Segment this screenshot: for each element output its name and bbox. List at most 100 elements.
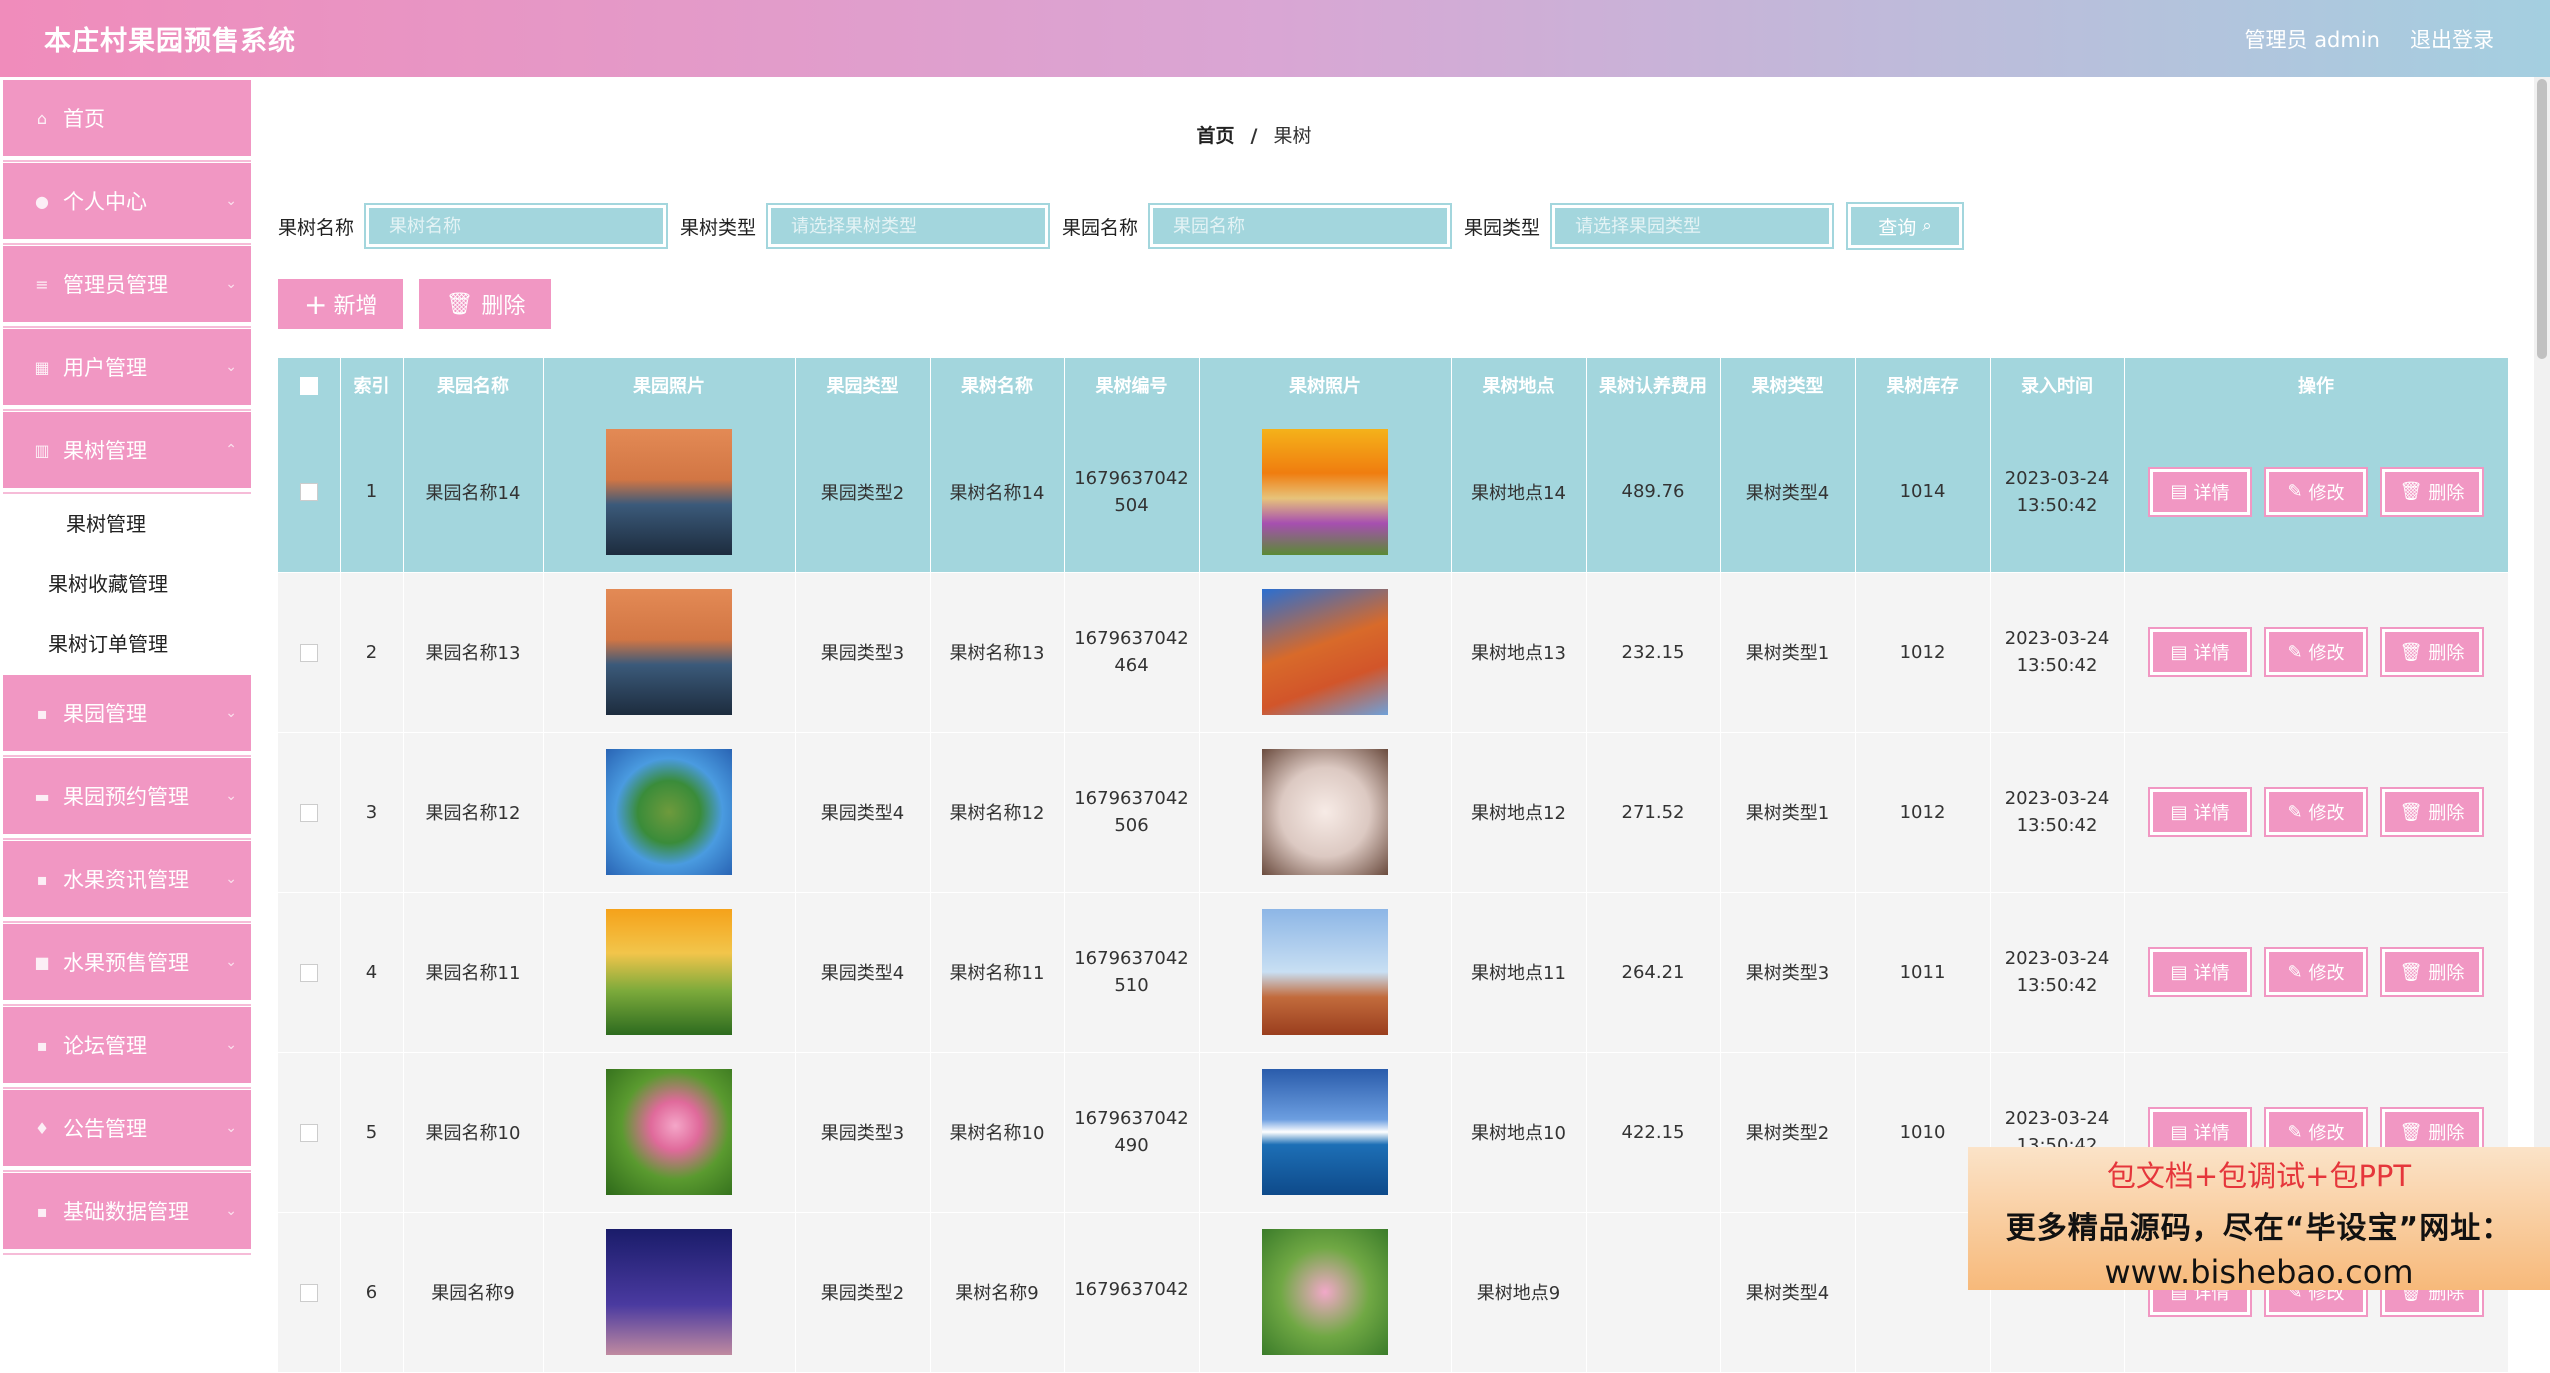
trash-icon: 🗑 (2399, 961, 2423, 983)
sidebar-item-admin-manage[interactable]: ≡ 管理员管理 ⌄ (3, 246, 251, 326)
tree-no-line-2: 464 (1114, 655, 1149, 676)
sidebar-item-base-data[interactable]: ▪ 基础数据管理 ⌄ (3, 1173, 251, 1253)
detail-button[interactable]: ▤ 详情 (2148, 947, 2252, 997)
garden-type-cell: 果园类型3 (795, 1052, 931, 1213)
edit-button[interactable]: ✎ 修改 (2264, 466, 2368, 517)
tree-photo (1262, 909, 1388, 1035)
table-row[interactable]: 2 果园名称13 果园类型3 果树名称13 1679637042 464 果树地点13 232… (278, 572, 2509, 733)
edit-button[interactable]: ✎ 修改 (2264, 627, 2368, 677)
watermark-line-1: 包文档+包调试+包PPT (2106, 1159, 2412, 1193)
edit-button[interactable]: ✎ 修改 (2264, 947, 2368, 997)
sidebar-item-label: 公告管理 (63, 1117, 147, 1141)
trash-icon: 🗑 (2399, 1121, 2423, 1143)
row-delete-button[interactable]: 🗑 删除 (2380, 787, 2484, 837)
row-checkbox[interactable] (299, 803, 318, 822)
tree-type-select[interactable] (766, 203, 1051, 249)
index-cell: 4 (340, 892, 404, 1053)
submenu-tree-favorites[interactable]: 果树收藏管理 (0, 552, 254, 612)
breadcrumb: 首页 / 果树 (254, 121, 2254, 148)
scroll-thumb[interactable] (2537, 79, 2547, 359)
detail-button[interactable]: ▤ 详情 (2148, 627, 2252, 677)
row-checkbox[interactable] (299, 1283, 318, 1302)
row-delete-button[interactable]: 🗑 删除 (2380, 627, 2484, 677)
chevron-down-icon: ⌄ (225, 276, 237, 292)
sidebar-item-user-manage[interactable]: ▦ 用户管理 ⌄ (3, 329, 251, 409)
detail-button[interactable]: ▤ 详情 (2148, 466, 2252, 517)
select-all-checkbox[interactable] (299, 376, 318, 395)
garden-type-select[interactable] (1550, 203, 1835, 249)
garden-photo-cell (543, 1212, 796, 1373)
sidebar-item-personal-center[interactable]: ● 个人中心 ⌄ (3, 163, 251, 243)
sidebar-item-forum[interactable]: ▪ 论坛管理 ⌄ (3, 1007, 251, 1087)
sidebar-item-garden-manage[interactable]: ▪ 果园管理 ⌄ (3, 675, 251, 755)
row-delete-button[interactable]: 🗑 删除 (2380, 947, 2484, 997)
chevron-down-icon: ⌄ (225, 1120, 237, 1136)
trash-icon: 🗑 (2399, 801, 2423, 823)
logout-link[interactable]: 退出登录 (2410, 24, 2494, 54)
row-checkbox[interactable] (299, 963, 318, 982)
sidebar-item-garden-booking[interactable]: ▬ 果园预约管理 ⌄ (3, 758, 251, 838)
detail-icon: ▤ (2170, 961, 2188, 983)
row-checkbox[interactable] (299, 643, 318, 662)
watermark-line-3: www.bishebao.com (2104, 1253, 2414, 1291)
table-row[interactable]: 3 果园名称12 果园类型4 果树名称12 1679637042 506 果树地点12 271… (278, 732, 2509, 893)
edit-label: 修改 (2308, 643, 2345, 664)
row-actions: ▤ 详情 ✎ 修改 🗑 删除 (2125, 627, 2508, 677)
app-title: 本庄村果园预售系统 (44, 26, 296, 57)
tree-photo-cell (1199, 572, 1452, 733)
tree-no-cell: 1679637042 510 (1064, 892, 1200, 1053)
tree-type-cell: 果树类型1 (1720, 572, 1856, 733)
trash-icon: 🗑 (445, 291, 474, 317)
sidebar-item-announcement[interactable]: ♦ 公告管理 ⌄ (3, 1090, 251, 1170)
chevron-up-icon: ⌃ (225, 442, 237, 458)
table-row[interactable]: 1 果园名称14 果园类型2 果树名称14 1679637042 504 果树地点14 489… (278, 412, 2509, 573)
stock-cell: 1014 (1855, 412, 1991, 573)
watermark-banner: 包文档+包调试+包PPT 更多精品源码，尽在“毕设宝”网址： www.bishe… (1968, 1147, 2550, 1291)
tree-photo-cell (1199, 892, 1452, 1053)
header-user-area: 管理员 admin 退出登录 (2245, 24, 2494, 54)
submenu-tree-manage[interactable]: 果树管理 (0, 492, 254, 552)
sidebar-item-home[interactable]: ⌂ 首页 (3, 80, 251, 160)
tree-no-line-2: 504 (1114, 494, 1149, 516)
delete-button[interactable]: 🗑 删除 (419, 279, 552, 329)
sidebar-item-tree-manage[interactable]: ▥ 果树管理 ⌃ (3, 412, 251, 492)
row-delete-button[interactable]: 🗑 删除 (2380, 466, 2484, 517)
admin-user-label[interactable]: 管理员 admin (2245, 24, 2380, 54)
scrollbar[interactable] (2534, 77, 2550, 1290)
detail-button[interactable]: ▤ 详情 (2148, 787, 2252, 837)
edit-button[interactable]: ✎ 修改 (2264, 787, 2368, 837)
index-cell: 2 (340, 572, 404, 733)
garden-photo (606, 428, 732, 555)
garden-photo-cell (543, 892, 796, 1053)
submenu-tree-orders[interactable]: 果树订单管理 (0, 612, 254, 672)
tree-type-cell: 果树类型3 (1720, 892, 1856, 1053)
row-checkbox[interactable] (299, 1123, 318, 1142)
garden-name-input[interactable] (1148, 203, 1453, 249)
fee-cell (1586, 1212, 1721, 1373)
query-button[interactable]: 查询 ⌕ (1846, 202, 1965, 250)
row-actions: ▤ 详情 ✎ 修改 🗑 删除 (2125, 947, 2508, 997)
row-checkbox[interactable] (299, 483, 318, 502)
add-button[interactable]: + 新增 (278, 279, 404, 329)
breadcrumb-home[interactable]: 首页 (1196, 125, 1234, 147)
tree-no-cell: 1679637042 504 (1064, 412, 1200, 573)
sidebar-item-fruit-news[interactable]: ▪ 水果资讯管理 ⌄ (3, 841, 251, 921)
tree-no-cell: 1679637042 506 (1064, 732, 1200, 893)
main-content: 首页 / 果树 果树名称 果树类型 果园名称 果园类型 查询 ⌕ + 新增 🗑 … (254, 77, 2550, 1373)
tree-name-input[interactable] (364, 203, 669, 249)
sidebar-item-fruit-presale[interactable]: ■ 水果预售管理 ⌄ (3, 924, 251, 1004)
watermark-line-2: 更多精品源码，尽在“毕设宝”网址： (2005, 1211, 2513, 1246)
tree-no-cell: 1679637042 464 (1064, 572, 1200, 733)
date-line: 2023-03-24 (2004, 467, 2110, 489)
date-cell: 2023-03-24 13:50:42 (1990, 572, 2125, 733)
column-header: 索引 (340, 358, 404, 412)
breadcrumb-separator: / (1250, 125, 1258, 147)
sidebar-item-label: 果园管理 (63, 702, 147, 726)
column-header: 果树编号 (1064, 358, 1200, 412)
ops-cell: ▤ 详情 ✎ 修改 🗑 删除 (2124, 732, 2509, 893)
table-row[interactable]: 4 果园名称11 果园类型4 果树名称11 1679637042 510 果树地点11 264… (278, 892, 2509, 1053)
chevron-down-icon: ⌄ (225, 359, 237, 375)
tree-no-cell: 1679637042 490 (1064, 1052, 1200, 1213)
sidebar-item-label: 用户管理 (63, 356, 147, 380)
garden-name-cell: 果园名称12 (403, 732, 544, 893)
